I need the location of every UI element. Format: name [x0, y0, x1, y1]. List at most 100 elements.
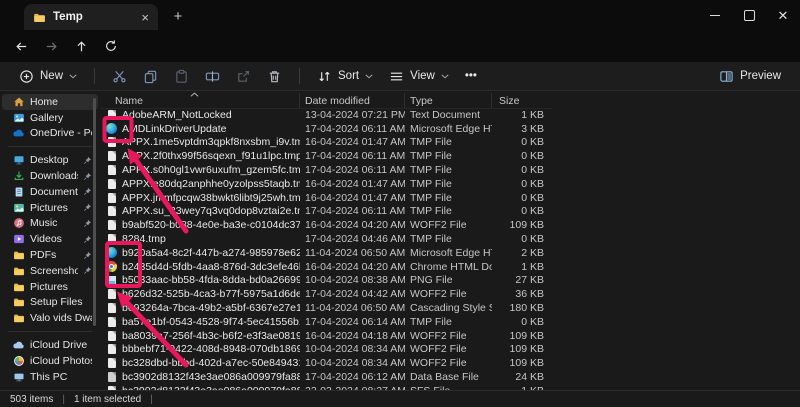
file-name: b626d32-525b-4ca3-b77f-5975a1d6de7d.tm..… — [122, 288, 300, 300]
sidebar-item-desktop[interactable]: Desktop — [2, 152, 98, 168]
file-type: Chrome HTML Docu... — [405, 261, 492, 273]
folder-icon — [12, 280, 25, 293]
file-file-icon — [108, 234, 116, 244]
file-row[interactable]: b093264a-7bca-49b2-a5bf-6367e27e1e79.tmp… — [100, 301, 800, 315]
file-file-icon — [108, 317, 116, 327]
selection-count: 1 item selected — [74, 394, 141, 405]
sidebar-item-label: Videos — [30, 233, 62, 245]
sidebar-item-pdfs[interactable]: PDFs — [2, 247, 98, 263]
file-date-modified: 17-04-2024 04:46 AM — [300, 233, 405, 245]
sidebar-item-onedrive-persor[interactable]: OneDrive - Persor — [2, 126, 98, 142]
back-icon[interactable] — [8, 33, 34, 59]
sidebar-item-screenshots[interactable]: Screenshots — [2, 263, 98, 279]
sidebar-item-label: PDFs — [30, 249, 56, 261]
sidebar-item-icloud-photos[interactable]: iCloud Photos — [2, 353, 98, 369]
file-row[interactable]: b626d32-525b-4ca3-b77f-5975a1d6de7d.tm..… — [100, 287, 800, 301]
copy-icon[interactable] — [136, 66, 165, 87]
preview-button-label: Preview — [740, 70, 781, 82]
close-button[interactable]: ✕ — [766, 0, 800, 30]
sidebar-item-icloud-drive[interactable]: iCloud Drive — [2, 337, 98, 353]
tab-title: Temp — [53, 11, 83, 23]
new-button[interactable]: New — [12, 66, 84, 87]
this-pc-icon — [12, 370, 25, 383]
maximize-button[interactable] — [732, 0, 766, 30]
file-row[interactable]: b9abf520-b088-4e0e-ba3e-c0104dc3749d.tmp… — [100, 218, 800, 232]
sidebar-item-pictures[interactable]: Pictures — [2, 279, 98, 295]
file-explorer-window: Temp × + ✕ ›Dwaipayan Sengupta›AppData›L… — [0, 0, 800, 407]
file-name: ba57e1bf-0543-4528-9f74-5ec41556b1b2.tmp — [122, 316, 300, 328]
file-type: TMP File — [405, 316, 492, 328]
file-date-modified: 16-04-2024 01:47 AM — [300, 178, 405, 190]
file-type: Microsoft Edge HTM... — [405, 123, 492, 135]
sidebar-item-videos[interactable]: Videos — [2, 231, 98, 247]
sidebar-item-pictures[interactable]: Pictures — [2, 200, 98, 216]
sidebar-item-downloads[interactable]: Downloads — [2, 168, 98, 184]
file-row[interactable]: APPX.2f0thx99f56sqexn_f91u1lpc.tmp17-04-… — [100, 149, 800, 163]
file-type: WOFF2 File — [405, 219, 492, 231]
sidebar-item-this-pc[interactable]: This PC — [2, 369, 98, 385]
db-file-icon — [108, 372, 116, 382]
sidebar-item-setup-files[interactable]: Setup Files — [2, 295, 98, 311]
more-options-icon[interactable]: ••• — [458, 67, 484, 85]
file-row[interactable]: b5033aac-bb58-4fda-8dda-bd0a2669932f.tmp… — [100, 274, 800, 288]
file-row[interactable]: ba57e1bf-0543-4528-9f74-5ec41556b1b2.tmp… — [100, 315, 800, 329]
sidebar-item-home[interactable]: Home — [2, 94, 98, 110]
file-rows: AdobeARM_NotLocked13-04-2024 07:21 PMTex… — [100, 108, 800, 391]
file-type: WOFF2 File — [405, 343, 492, 355]
sort-button[interactable]: Sort — [310, 66, 380, 87]
file-row[interactable]: bbbebf71-9422-408d-8948-070db18691c9.tm.… — [100, 343, 800, 357]
file-row[interactable]: bc328dbd-bbbd-402d-a7ec-50e8494314dc.tm.… — [100, 356, 800, 370]
file-row[interactable]: bc3902d8132f43e3ae086a009979fa8817-04-20… — [100, 370, 800, 384]
file-row[interactable]: APPX.1me5vptdm3qpkf8nxsbm_i9v.tmp16-04-2… — [100, 136, 800, 150]
sidebar-item-label: Setup Files — [30, 296, 83, 308]
up-icon[interactable] — [68, 33, 94, 59]
file-size: 3 KB — [492, 123, 548, 135]
tab-temp[interactable]: Temp × — [24, 4, 158, 30]
file-date-modified: 16-04-2024 04:20 AM — [300, 219, 405, 231]
file-date-modified: 17-04-2024 06:14 AM — [300, 316, 405, 328]
column-header-name[interactable]: Name — [100, 93, 300, 108]
preview-button[interactable]: Preview — [712, 66, 788, 87]
file-type: PNG File — [405, 274, 492, 286]
refresh-icon[interactable] — [98, 33, 124, 59]
file-row[interactable]: AdobeARM_NotLocked13-04-2024 07:21 PMTex… — [100, 108, 800, 122]
window-controls: ✕ — [698, 0, 800, 30]
column-header-date-modified[interactable]: Date modified — [300, 93, 405, 108]
file-size: 0 KB — [492, 205, 548, 217]
rename-icon[interactable] — [198, 66, 227, 87]
sidebar-item-music[interactable]: Music — [2, 216, 98, 232]
file-row[interactable]: 8284.tmp17-04-2024 04:46 AMTMP File0 KB — [100, 232, 800, 246]
paste-icon[interactable] — [167, 66, 196, 87]
file-date-modified: 10-04-2024 08:38 AM — [300, 274, 405, 286]
file-date-modified: 17-04-2024 06:12 AM — [300, 371, 405, 383]
sidebar-item-documents[interactable]: Documents — [2, 184, 98, 200]
file-row[interactable]: APPX.e80dq2anphhe0yzolpss5taqb.tmp16-04-… — [100, 177, 800, 191]
file-name: AdobeARM_NotLocked — [122, 109, 232, 121]
cut-icon[interactable] — [105, 66, 134, 87]
file-size: 1 KB — [492, 261, 548, 273]
sidebar-item-label: iCloud Photos — [30, 355, 92, 367]
sidebar-item-valo-vids-dwai[interactable]: Valo vids Dwai — [2, 310, 98, 326]
chrome-file-icon — [106, 261, 117, 272]
sidebar: HomeGalleryOneDrive - Persor DesktopDownl… — [0, 92, 100, 391]
pin-icon — [83, 172, 92, 181]
tab-close-icon[interactable]: × — [141, 11, 149, 24]
file-row[interactable]: ba8039a7-256f-4b3c-b6f2-e3f3ae081944.tmp… — [100, 329, 800, 343]
delete-icon[interactable] — [260, 66, 289, 87]
view-button[interactable]: View — [382, 66, 456, 87]
column-header-size[interactable]: Size — [492, 93, 552, 108]
file-row[interactable]: b2435d4d-5fdb-4aa8-876d-3dc3efe46be9.tmp… — [100, 260, 800, 274]
column-header-type[interactable]: Type — [405, 93, 492, 108]
forward-icon[interactable] — [38, 33, 64, 59]
file-row[interactable]: b920a5a4-8c2f-447b-a274-985978e6298f.tmp… — [100, 246, 800, 260]
new-tab-button[interactable]: + — [168, 6, 188, 26]
sidebar-item-gallery[interactable]: Gallery — [2, 110, 98, 126]
file-date-modified: 16-04-2024 01:47 AM — [300, 136, 405, 148]
minimize-button[interactable] — [698, 0, 732, 30]
file-row[interactable]: AMDLinkDriverUpdate17-04-2024 06:11 AMMi… — [100, 122, 800, 136]
share-icon[interactable] — [229, 66, 258, 87]
file-row[interactable]: APPX.jmmfpcqw38bwkt6libt9j25wh.tmp16-04-… — [100, 191, 800, 205]
sidebar-scrollbar[interactable] — [93, 98, 96, 326]
file-row[interactable]: APPX.su_23wey7q3vq0dop8vztai2e.tmp17-04-… — [100, 205, 800, 219]
file-row[interactable]: APPX.s0h0gl1vwr6uxufm_gzem5fc.tmp17-04-2… — [100, 163, 800, 177]
